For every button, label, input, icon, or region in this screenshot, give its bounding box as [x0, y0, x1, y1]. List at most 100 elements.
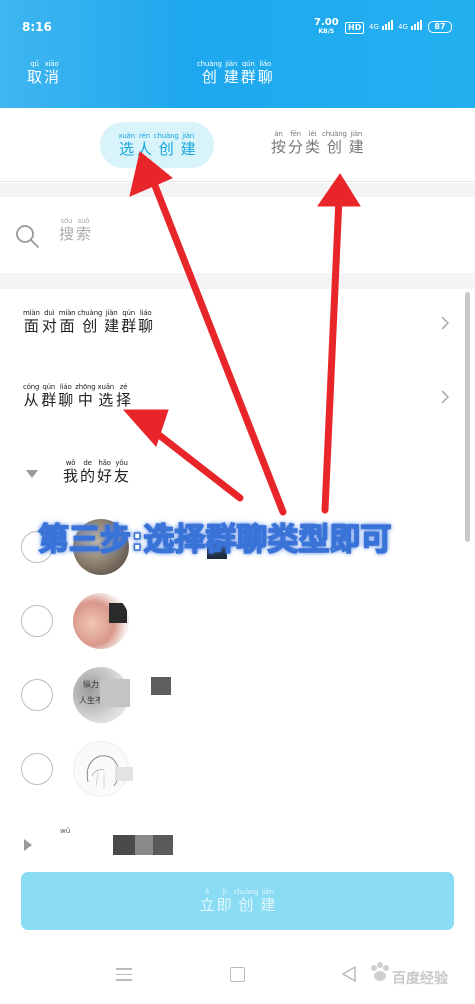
scrollbar[interactable]: [465, 292, 470, 542]
pinyin-char: jiàn 建: [224, 60, 239, 86]
hanzi-character: 群: [121, 317, 137, 335]
instruction-banner: 第三步:选择群聊类型即可: [37, 521, 392, 559]
hanzi-character: 建: [180, 140, 196, 158]
pinyin-annotation: jiàn: [350, 130, 363, 138]
pinyin-annotation: zhōng: [75, 383, 96, 391]
blurred-name: [135, 835, 153, 855]
hanzi-character: 聊: [58, 391, 74, 409]
pinyin-annotation: jiàn: [225, 60, 238, 68]
signal-2-label: 4G: [398, 23, 408, 31]
pinyin-annotation: yǒu: [115, 459, 128, 467]
chevron-right-icon: [441, 316, 450, 330]
select-radio[interactable]: [21, 605, 53, 637]
blurred-name: [115, 767, 133, 781]
search-bar[interactable]: sōu 搜 suǒ 索: [0, 197, 475, 273]
hanzi-character: 消: [44, 68, 60, 86]
avatar: [73, 593, 129, 649]
pinyin-char: lèi 类: [305, 130, 320, 156]
hanzi-character: 立: [199, 896, 215, 914]
signal-1-label: 4G: [369, 23, 379, 31]
pinyin-annotation: lèi: [308, 130, 317, 138]
signal-icon-1: 4G: [369, 20, 394, 31]
hanzi-character: 建: [260, 896, 276, 914]
my-friends-label: wǒ 我 de 的 hǎo 好 yǒu 友: [62, 459, 130, 485]
pinyin-annotation: hǎo: [98, 459, 111, 467]
pinyin-char: de 的: [80, 459, 95, 485]
pinyin-annotation: àn: [274, 130, 283, 138]
blurred-name: [113, 835, 135, 855]
pinyin-char: chuàng 创: [322, 130, 347, 156]
pinyin-annotation: lì: [205, 888, 209, 896]
cancel-button[interactable]: qǔ 取 xiāo 消: [26, 60, 60, 86]
hanzi-character: 选: [98, 391, 114, 409]
pinyin-annotation: suǒ: [77, 217, 90, 225]
pinyin-char: liáo 聊: [258, 60, 273, 86]
pinyin-char: àn 按: [271, 130, 286, 156]
hanzi-character: 搜: [59, 225, 75, 243]
pinyin-char: jiàn 建: [260, 888, 275, 914]
hanzi-character: 创: [158, 140, 174, 158]
contact-row[interactable]: [0, 733, 464, 805]
my-friends-group[interactable]: wǒ 我 de 的 hǎo 好 yǒu 友: [0, 449, 464, 489]
contact-row[interactable]: [0, 585, 464, 657]
select-radio[interactable]: [21, 753, 53, 785]
pinyin-annotation: qún: [42, 383, 56, 391]
pinyin-char: xiāo 消: [44, 60, 59, 86]
system-nav-bar: 百度经验: [0, 950, 475, 1004]
face-to-face-label: miàn 面 duì 对 miàn 面 chuàng 创 jiàn 建 qún 群 liáo 聊: [22, 309, 154, 335]
pinyin-annotation: qún: [241, 60, 255, 68]
hanzi-character: 好: [97, 467, 113, 485]
hanzi-character: 选: [119, 140, 135, 158]
home-icon[interactable]: [230, 967, 245, 982]
tab-select-person[interactable]: xuǎn 选 rén 人 chuàng 创 jiàn 建: [100, 122, 214, 168]
pinyin-char: duì 对: [42, 309, 57, 335]
pinyin-char: cóng 从: [23, 383, 39, 409]
tab-by-category[interactable]: àn 按 fēn 分 lèi 类 chuàng 创 jiàn 建: [270, 130, 365, 156]
search-input[interactable]: sōu 搜 suǒ 索: [58, 217, 92, 243]
pinyin-char: jiàn 建: [349, 130, 364, 156]
divider: [0, 183, 475, 197]
hanzi-character: 创: [238, 896, 254, 914]
pinyin-annotation: miàn: [58, 309, 76, 317]
tab-select-person-label: xuǎn 选 rén 人 chuàng 创 jiàn 建: [117, 132, 196, 158]
create-now-button[interactable]: lì 立 jí 即 chuàng 创 jiàn 建: [21, 872, 454, 930]
back-icon[interactable]: [340, 965, 358, 983]
pinyin-annotation: zé: [119, 383, 128, 391]
face-to-face-create[interactable]: miàn 面 duì 对 miàn 面 chuàng 创 jiàn 建 qún 群 liáo 聊: [0, 289, 464, 359]
contact-row[interactable]: 纵力 人生不: [0, 659, 464, 731]
hanzi-character: 聊: [257, 68, 273, 86]
pinyin-annotation: jiàn: [105, 309, 118, 317]
blurred-name: [153, 835, 173, 855]
pinyin-char: suǒ 索: [76, 217, 91, 243]
pinyin-annotation: jí: [222, 888, 226, 896]
other-group-row[interactable]: wǔ: [0, 819, 464, 859]
hanzi-character: 群: [41, 391, 57, 409]
pinyin-char: jiàn 建: [104, 309, 119, 335]
group-row-text: wǔ: [60, 827, 71, 835]
hanzi-character: 群: [240, 68, 256, 86]
hanzi-character: 建: [223, 68, 239, 86]
pinyin-annotation: miàn: [23, 309, 40, 317]
divider: [0, 273, 475, 289]
select-from-group[interactable]: cóng 从 qún 群 liáo 聊 zhōng 中 xuǎn 选 zé 择: [0, 363, 464, 433]
pinyin-annotation: wǒ: [65, 459, 76, 467]
pinyin-annotation: chuàng: [153, 132, 179, 140]
pinyin-char: chuàng 创: [234, 888, 259, 914]
blurred-name: [151, 677, 171, 695]
pinyin-char: chuàng 创: [197, 60, 222, 86]
pinyin-annotation: qǔ: [30, 60, 39, 68]
pinyin-char: sōu 搜: [59, 217, 74, 243]
recent-apps-icon[interactable]: [116, 968, 132, 982]
hanzi-character: 建: [348, 138, 364, 156]
header-bar: 8:16 7.00 KB/S HD 4G 4G 87 qǔ 取 xiāo 消 chuà…: [0, 0, 475, 108]
hanzi-character: 创: [326, 138, 342, 156]
hanzi-character: 即: [216, 896, 232, 914]
pinyin-char: rén 人: [137, 132, 152, 158]
paw-logo-icon: [371, 962, 389, 981]
select-radio[interactable]: [21, 679, 53, 711]
hanzi-character: 分: [288, 138, 304, 156]
pinyin-char: qún 群: [121, 309, 136, 335]
pinyin-char: hǎo 好: [97, 459, 112, 485]
pinyin-annotation: liáo: [259, 60, 272, 68]
pinyin-annotation: chuàng: [233, 888, 259, 896]
